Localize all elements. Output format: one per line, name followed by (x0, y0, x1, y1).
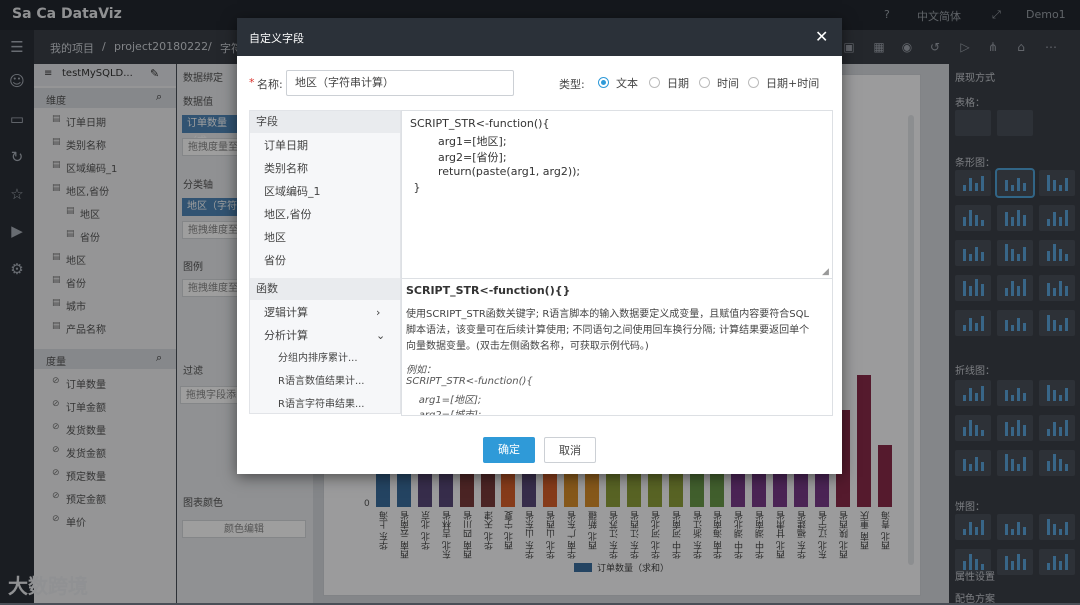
name-label: 名称: (257, 78, 283, 91)
script-editor[interactable]: SCRIPT_STR<-function(){ arg1=[地区]; arg2=… (401, 110, 833, 280)
function-group[interactable]: 分析计算 ⌄ (264, 324, 394, 347)
type-label: 类型: (559, 78, 585, 91)
example-line: arg2=[城市]; (406, 410, 482, 416)
help-text: 使用SCRIPT_STR函数关键字; R语言脚本的输入数据要定义成变量，且赋值内… (406, 309, 810, 352)
functions-header: 函数 (250, 278, 400, 300)
fields-header: 字段 (250, 111, 400, 133)
code-line: SCRIPT_STR<-function(){ (410, 117, 550, 130)
field-item[interactable]: 地区 (264, 226, 398, 249)
example-label: 例如： (406, 365, 436, 376)
code-line: return(paste(arg1, arg2)); (410, 165, 581, 178)
field-item[interactable]: 类别名称 (264, 157, 398, 180)
name-input[interactable]: 地区（字符串计算） (286, 70, 514, 96)
dialog-title: 自定义字段 (249, 32, 304, 45)
chevron-icon: › (376, 306, 381, 319)
field-item[interactable]: 区域编码_1 (264, 180, 398, 203)
function-group-label: 逻辑计算 (264, 306, 308, 319)
example-line: arg1=[地区]; (406, 395, 482, 406)
radio-button[interactable] (699, 77, 710, 88)
radio-button[interactable] (748, 77, 759, 88)
radio-label: 日期+时间 (766, 77, 820, 90)
custom-field-dialog: 自定义字段 ✕ * 名称: 地区（字符串计算） 类型: 文本 日期 时间 日期+… (237, 18, 842, 474)
function-group-label: 分析计算 (264, 329, 308, 342)
required-mark: * (249, 76, 255, 89)
cancel-button[interactable]: 取消 (544, 437, 596, 463)
example-line: SCRIPT_STR<-function(){ (406, 376, 533, 387)
code-line: } (410, 181, 421, 194)
function-item[interactable]: 分组内排序累计... (278, 347, 398, 370)
radio-label: 时间 (717, 77, 739, 90)
help-panel: SCRIPT_STR<-function(){} 使用SCRIPT_STR函数关… (401, 278, 833, 416)
field-list: 订单日期 类别名称 区域编码_1 地区,省份 地区 省份 (264, 134, 398, 277)
close-icon[interactable]: ✕ (815, 27, 828, 46)
function-list: 逻辑计算 › 分析计算 ⌄ 分组内排序累计... R语言数值结果计... R语言字符串结果.… (264, 301, 398, 413)
function-item[interactable]: R语言数值结果计... (278, 370, 398, 393)
field-item[interactable]: 订单日期 (264, 134, 398, 157)
chevron-icon: ⌄ (376, 329, 386, 342)
field-item[interactable]: 省份 (264, 249, 398, 272)
dialog-header: 自定义字段 ✕ (237, 18, 842, 56)
code-line: arg1=[地区]; (410, 135, 507, 148)
left-pane: 字段 订单日期 类别名称 区域编码_1 地区,省份 地区 省份 函数 逻辑计算 › 分析计算 ⌄… (249, 110, 401, 414)
radio-label: 日期 (667, 77, 689, 90)
function-item[interactable]: R语言字符串结果... (278, 393, 398, 413)
function-group[interactable]: 逻辑计算 › (264, 301, 394, 324)
radio-button[interactable] (649, 77, 660, 88)
radio-label: 文本 (616, 77, 638, 90)
code-line: arg2=[省份]; (410, 151, 507, 164)
radio-button[interactable] (598, 77, 609, 88)
field-item[interactable]: 地区,省份 (264, 203, 398, 226)
ok-button[interactable]: 确定 (483, 437, 535, 463)
resize-handle-icon[interactable]: ◢ (822, 267, 829, 277)
help-title: SCRIPT_STR<-function(){} (406, 284, 571, 297)
